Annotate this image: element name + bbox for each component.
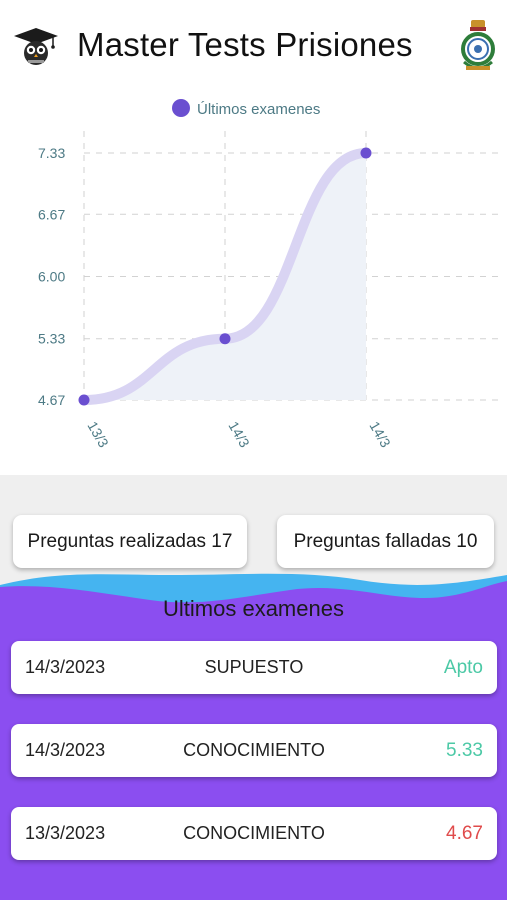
data-point: [78, 394, 90, 406]
questions-done-card: Preguntas realizadas 17: [13, 515, 247, 568]
exam-type: CONOCIMIENTO: [183, 823, 325, 843]
exam-row[interactable]: 14/3/2023 CONOCIMIENTO 5.33: [11, 724, 497, 777]
exam-row[interactable]: 14/3/2023 SUPUESTO Apto: [11, 641, 497, 694]
y-tick-label: 7.33: [38, 145, 65, 161]
x-tick-label: 14/3: [225, 419, 253, 451]
exam-score-chart: 4.67 5.33 6.00 6.67 7.33 13/3 14/3 14/3 Últimos …: [0, 95, 507, 475]
x-tick-label: 13/3: [84, 419, 112, 451]
exam-row[interactable]: 13/3/2023 CONOCIMIENTO 4.67: [11, 807, 497, 860]
legend-marker: [172, 99, 190, 117]
app-header: Master Tests Prisiones: [0, 0, 507, 95]
y-tick-label: 6.00: [38, 269, 65, 285]
summary-area: Preguntas realizadas 17 Preguntas fallad…: [0, 475, 507, 900]
exam-result: Apto: [443, 657, 483, 678]
y-tick-label: 4.67: [38, 392, 65, 408]
exam-type: SUPUESTO: [204, 657, 304, 677]
y-tick-label: 5.33: [38, 331, 65, 347]
legend-label: Últimos examenes: [197, 101, 320, 118]
questions-failed-label: Preguntas falladas 10: [293, 530, 478, 552]
owl-graduate-icon: [14, 28, 58, 65]
questions-done-label: Preguntas realizadas 17: [27, 530, 233, 552]
line-chart: 4.67 5.33 6.00 6.67 7.33 13/3 14/3 14/3 Últimos …: [38, 99, 500, 451]
y-tick-label: 6.67: [38, 206, 65, 222]
data-point: [360, 147, 372, 159]
data-point: [219, 333, 231, 345]
prison-crest-icon: [461, 20, 495, 70]
questions-failed-card: Preguntas falladas 10: [277, 515, 494, 568]
exam-result: 4.67: [446, 823, 483, 844]
last-exams-title: Ultimos examenes: [163, 596, 344, 621]
app-title: Master Tests Prisiones: [77, 26, 413, 63]
x-tick-label: 14/3: [366, 419, 394, 451]
exam-result: 5.33: [446, 740, 483, 761]
exam-type: CONOCIMIENTO: [183, 740, 325, 760]
